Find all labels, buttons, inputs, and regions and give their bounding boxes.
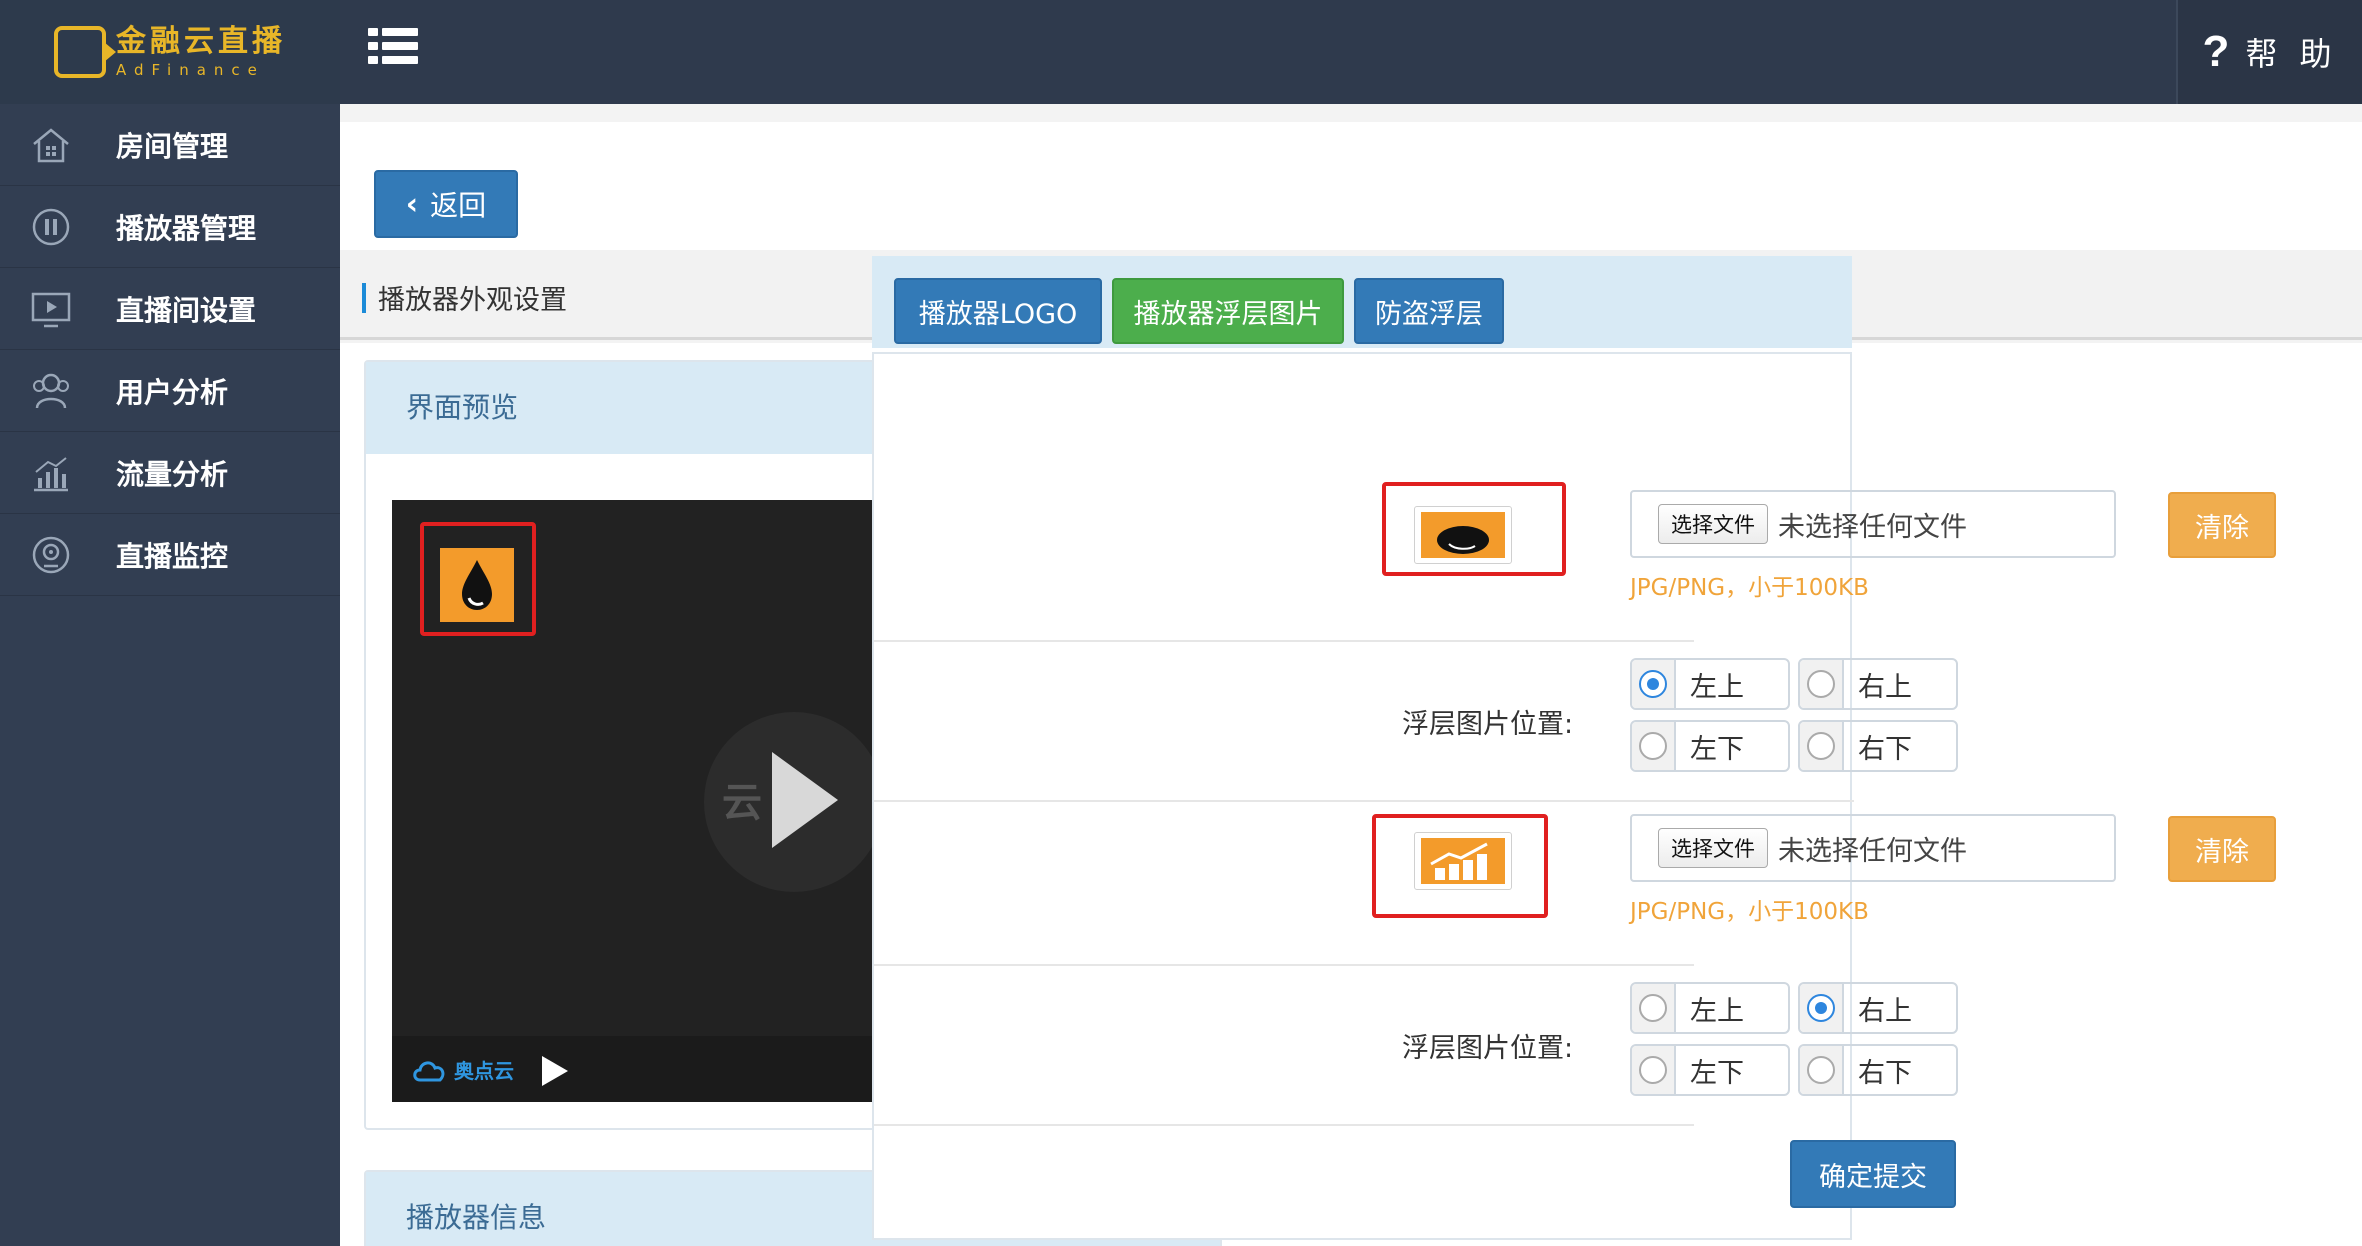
back-button[interactable]: ‹ 返回 [374, 170, 518, 238]
sidebar: 房间管理 播放器管理 直播间设置 用户分析 流量分析 直播监控 [0, 104, 340, 1246]
radio-bottom-right[interactable]: 右下 [1798, 1044, 1958, 1096]
chevron-left-icon: ‹ [405, 186, 419, 222]
camera-logo-icon [54, 26, 116, 78]
users-icon [28, 368, 74, 414]
app-logo[interactable]: 金融云直播 AdFinance [0, 0, 340, 104]
player-brand: 奥点云 [410, 1054, 514, 1084]
tab-player-logo[interactable]: 播放器LOGO [894, 278, 1102, 344]
page-title: 播放器外观设置 [378, 285, 567, 316]
file-hint: JPG/PNG，小于100KB [1630, 575, 1869, 601]
play-icon [772, 752, 838, 848]
tab-bar: 播放器LOGO 播放器浮层图片 防盗浮层 [872, 256, 1852, 348]
help-button[interactable]: ? 帮 助 [2176, 0, 2362, 104]
top-bar: 金融云直播 AdFinance ? 帮 助 [0, 0, 2362, 104]
radio-label: 左下 [1690, 1057, 1744, 1089]
radio-button[interactable] [1639, 670, 1667, 698]
submit-button[interactable]: 确定提交 [1790, 1140, 1956, 1208]
radio-button[interactable] [1807, 1056, 1835, 1084]
monitor-target-icon [28, 532, 74, 578]
logo-text: 金融云直播 AdFinance [116, 23, 286, 79]
radio-top-right[interactable]: 右上 [1798, 658, 1958, 710]
play-icon[interactable] [542, 1056, 568, 1086]
position-label: 浮层图片位置: [1402, 1033, 1574, 1064]
section-accent-bar [362, 283, 366, 313]
monitor-play-icon [28, 286, 74, 332]
divider [874, 800, 1854, 802]
position-label: 浮层图片位置: [1402, 709, 1574, 740]
home-icon [28, 122, 74, 168]
sidebar-item-label: 直播监控 [116, 539, 229, 573]
radio-button[interactable] [1639, 1056, 1667, 1084]
radio-button[interactable] [1639, 732, 1667, 760]
radio-button[interactable] [1807, 670, 1835, 698]
choose-file-button[interactable]: 选择文件 [1658, 504, 1768, 544]
divider [874, 640, 1694, 642]
radio-button[interactable] [1639, 994, 1667, 1022]
big-play-button[interactable]: 云 [704, 712, 884, 892]
highlight-box [420, 522, 536, 636]
tab-anti-piracy[interactable]: 防盗浮层 [1354, 278, 1504, 344]
sidebar-item-label: 播放器管理 [116, 211, 257, 245]
sidebar-item-room-settings[interactable]: 直播间设置 [0, 268, 340, 350]
tab-overlay-image[interactable]: 播放器浮层图片 [1112, 278, 1344, 344]
file-hint: JPG/PNG，小于100KB [1630, 899, 1869, 925]
pause-circle-icon [28, 204, 74, 250]
logo-title: 金融云直播 [116, 23, 286, 59]
radio-label: 右上 [1858, 995, 1912, 1027]
sidebar-item-user-analysis[interactable]: 用户分析 [0, 350, 340, 432]
watermark-text: 云 [722, 780, 762, 826]
overlay2-file-input[interactable]: 选择文件 未选择任何文件 [1630, 814, 2116, 882]
radio-bottom-left[interactable]: 左下 [1630, 1044, 1790, 1096]
sidebar-item-traffic-analysis[interactable]: 流量分析 [0, 432, 340, 514]
overlay1-clear-button[interactable]: 清除 [2168, 492, 2276, 558]
divider [874, 1124, 1694, 1126]
bar-chart-icon [28, 450, 74, 496]
cloud-icon [413, 1061, 445, 1082]
highlight-box [1372, 814, 1548, 918]
radio-bottom-right[interactable]: 右下 [1798, 720, 1958, 772]
overlay-form [872, 352, 1854, 1240]
radio-label: 左上 [1690, 671, 1744, 703]
sidebar-item-label: 流量分析 [116, 457, 229, 491]
brand-label: 奥点云 [454, 1058, 514, 1083]
radio-label: 右下 [1858, 733, 1912, 765]
radio-top-right[interactable]: 右上 [1798, 982, 1958, 1034]
radio-label: 右上 [1858, 671, 1912, 703]
choose-file-button[interactable]: 选择文件 [1658, 828, 1768, 868]
file-status: 未选择任何文件 [1778, 835, 1967, 867]
sidebar-item-label: 直播间设置 [116, 293, 257, 327]
menu-list-icon[interactable] [368, 28, 418, 72]
highlight-box [1382, 482, 1566, 576]
divider [874, 964, 1694, 966]
question-icon: ? [2202, 27, 2230, 76]
radio-button[interactable] [1807, 732, 1835, 760]
radio-label: 左上 [1690, 995, 1744, 1027]
overlay2-clear-button[interactable]: 清除 [2168, 816, 2276, 882]
sidebar-item-rooms[interactable]: 房间管理 [0, 104, 340, 186]
sidebar-item-players[interactable]: 播放器管理 [0, 186, 340, 268]
radio-label: 左下 [1690, 733, 1744, 765]
radio-button[interactable] [1807, 994, 1835, 1022]
back-button-label: 返回 [430, 189, 487, 222]
radio-bottom-left[interactable]: 左下 [1630, 720, 1790, 772]
radio-label: 右下 [1858, 1057, 1912, 1089]
overlay1-file-input[interactable]: 选择文件 未选择任何文件 [1630, 490, 2116, 558]
file-status: 未选择任何文件 [1778, 511, 1967, 543]
sidebar-item-live-monitor[interactable]: 直播监控 [0, 514, 340, 596]
help-label: 帮 助 [2245, 35, 2338, 73]
sidebar-item-label: 房间管理 [116, 129, 229, 163]
sidebar-item-label: 用户分析 [116, 375, 229, 409]
radio-top-left[interactable]: 左上 [1630, 658, 1790, 710]
toolbar: ‹ 返回 [340, 122, 2362, 250]
logo-subtitle: AdFinance [116, 60, 265, 79]
radio-top-left[interactable]: 左上 [1630, 982, 1790, 1034]
